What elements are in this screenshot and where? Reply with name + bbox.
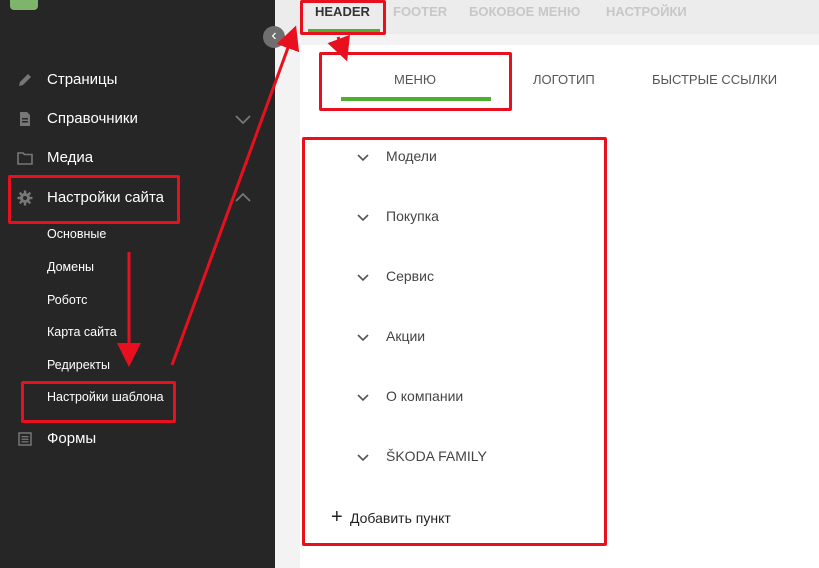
sidebar-subitem-robots[interactable]: Роботс bbox=[47, 293, 87, 307]
collapse-sidebar-button[interactable]: ‹ bbox=[263, 26, 285, 48]
sidebar-subitem-general[interactable]: Основные bbox=[47, 227, 106, 241]
sidebar-subitem-sitemap[interactable]: Карта сайта bbox=[47, 325, 117, 339]
highlight-box bbox=[8, 175, 180, 224]
sidebar-item-media[interactable]: Медиа bbox=[0, 140, 275, 176]
sidebar-subitem-redirects[interactable]: Редиректы bbox=[47, 358, 110, 372]
subtab-quick-links[interactable]: БЫСТРЫЕ ССЫЛКИ bbox=[652, 72, 777, 87]
sidebar-item-pages[interactable]: Страницы bbox=[0, 62, 275, 98]
sidebar-subitem-domains[interactable]: Домены bbox=[47, 260, 94, 274]
highlight-box bbox=[21, 381, 176, 423]
sidebar-item-forms[interactable]: Формы bbox=[0, 421, 275, 457]
list-icon bbox=[18, 432, 32, 446]
sidebar: Страницы Справочники Медиа Настройки сай… bbox=[0, 0, 275, 568]
chevron-down-icon[interactable] bbox=[234, 110, 252, 128]
logo bbox=[10, 0, 38, 10]
tab-footer[interactable]: FOOTER bbox=[393, 4, 447, 19]
tab-side-menu[interactable]: БОКОВОЕ МЕНЮ bbox=[469, 4, 580, 19]
sidebar-item-directories[interactable]: Справочники bbox=[0, 101, 275, 137]
sidebar-item-label: Медиа bbox=[47, 149, 94, 166]
chevron-up-icon[interactable] bbox=[234, 189, 252, 207]
sidebar-item-label: Страницы bbox=[47, 71, 118, 88]
tab-settings[interactable]: НАСТРОЙКИ bbox=[606, 4, 687, 19]
subtab-logo[interactable]: ЛОГОТИП bbox=[533, 72, 595, 87]
highlight-box bbox=[319, 52, 512, 111]
highlight-box bbox=[300, 0, 386, 35]
highlight-box bbox=[302, 137, 607, 546]
pencil-icon bbox=[19, 74, 31, 86]
folder-icon bbox=[17, 152, 33, 165]
sidebar-item-label: Формы bbox=[47, 430, 97, 447]
sidebar-item-label: Справочники bbox=[47, 110, 138, 127]
document-icon bbox=[20, 112, 30, 126]
